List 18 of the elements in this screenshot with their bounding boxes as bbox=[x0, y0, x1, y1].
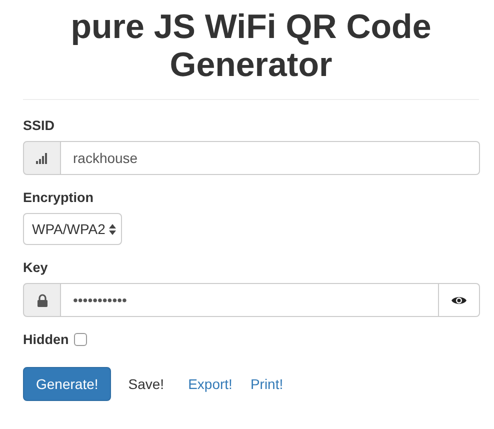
eye-icon bbox=[451, 294, 467, 306]
field-label: SSID bbox=[23, 118, 55, 133]
field-label: Key bbox=[23, 260, 48, 275]
action-link[interactable]: Export! bbox=[182, 370, 236, 398]
save-button[interactable]: Save! bbox=[116, 370, 176, 398]
hidden-checkbox[interactable] bbox=[74, 333, 87, 346]
signal-icon bbox=[36, 152, 48, 164]
ssid-field[interactable]: rackhouse bbox=[61, 141, 480, 175]
key-field[interactable]: ••••••••••• bbox=[61, 283, 439, 317]
checkbox-label: Hidden bbox=[23, 332, 69, 347]
action-link[interactable]: Print! bbox=[244, 370, 288, 398]
lock-icon bbox=[36, 294, 48, 306]
show-password-button[interactable] bbox=[439, 283, 480, 317]
updown-arrow-icon bbox=[109, 224, 116, 234]
encryption-select[interactable]: WPA/WPA2 bbox=[23, 213, 122, 245]
field-label: Encryption bbox=[23, 190, 94, 205]
page-title: pure JS WiFi QR Code Generator bbox=[70, 8, 432, 84]
generate-button[interactable]: Generate! bbox=[23, 367, 112, 401]
